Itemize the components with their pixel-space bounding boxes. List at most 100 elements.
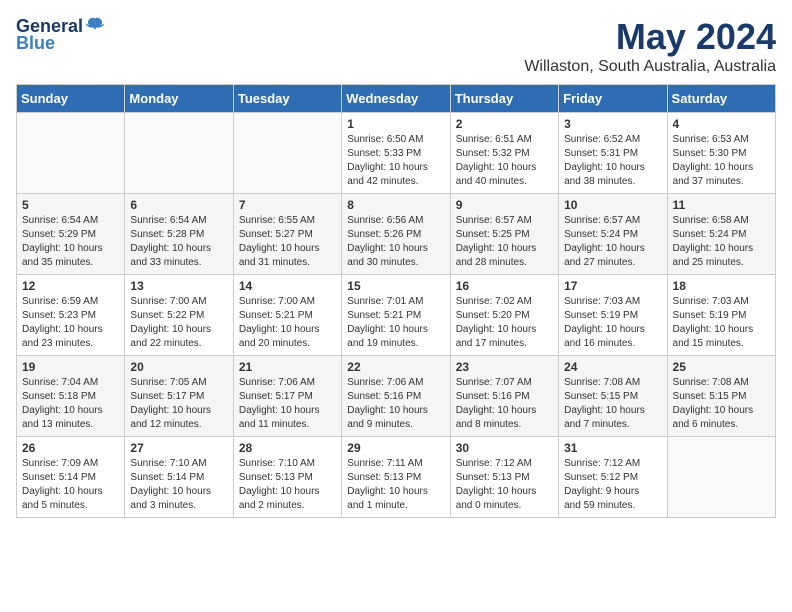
day-number: 7 [239, 198, 336, 212]
logo-text-blue: Blue [16, 33, 55, 54]
calendar-week-row: 26Sunrise: 7:09 AM Sunset: 5:14 PM Dayli… [17, 437, 776, 518]
day-info: Sunrise: 7:08 AM Sunset: 5:15 PM Dayligh… [564, 376, 661, 432]
calendar-cell: 13Sunrise: 7:00 AM Sunset: 5:22 PM Dayli… [125, 275, 233, 356]
day-number: 26 [22, 441, 119, 455]
day-number: 22 [347, 360, 444, 374]
day-info: Sunrise: 6:54 AM Sunset: 5:28 PM Dayligh… [130, 214, 227, 270]
day-number: 19 [22, 360, 119, 374]
calendar-cell: 7 Sunrise: 6:55 AM Sunset: 5:27 PM Daylig… [233, 194, 341, 275]
day-number: 9 [456, 198, 553, 212]
day-header-sunday: Sunday [17, 85, 125, 113]
day-info: Sunrise: 7:03 AM Sunset: 5:19 PM Dayligh… [564, 295, 661, 351]
title-area: May 2024 Willaston, South Australia, Aus… [524, 16, 776, 76]
day-number: 21 [239, 360, 336, 374]
calendar-cell: 2 Sunrise: 6:51 AM Sunset: 5:32 PM Daylig… [450, 113, 558, 194]
calendar-cell: 10Sunrise: 6:57 AM Sunset: 5:24 PM Dayli… [559, 194, 667, 275]
calendar-cell: 6 Sunrise: 6:54 AM Sunset: 5:28 PM Daylig… [125, 194, 233, 275]
day-number: 16 [456, 279, 553, 293]
day-info: Sunrise: 6:50 AM Sunset: 5:33 PM Dayligh… [347, 133, 444, 189]
calendar-cell: 3 Sunrise: 6:52 AM Sunset: 5:31 PM Daylig… [559, 113, 667, 194]
day-header-saturday: Saturday [667, 85, 775, 113]
calendar-cell: 19Sunrise: 7:04 AM Sunset: 5:18 PM Dayli… [17, 356, 125, 437]
calendar-cell: 16 Sunrise: 7:02 AM Sunset: 5:20 PM Dayli… [450, 275, 558, 356]
day-number: 28 [239, 441, 336, 455]
calendar-table: SundayMondayTuesdayWednesdayThursdayFrid… [16, 84, 776, 518]
day-number: 3 [564, 117, 661, 131]
logo-bird-icon [85, 17, 105, 33]
calendar-cell: 12Sunrise: 6:59 AM Sunset: 5:23 PM Dayli… [17, 275, 125, 356]
calendar-cell: 20 Sunrise: 7:05 AM Sunset: 5:17 PM Dayli… [125, 356, 233, 437]
calendar-cell: 17 Sunrise: 7:03 AM Sunset: 5:19 PM Dayli… [559, 275, 667, 356]
day-info: Sunrise: 6:56 AM Sunset: 5:26 PM Dayligh… [347, 214, 444, 270]
calendar-cell: 9 Sunrise: 6:57 AM Sunset: 5:25 PM Daylig… [450, 194, 558, 275]
day-info: Sunrise: 6:58 AM Sunset: 5:24 PM Dayligh… [673, 214, 770, 270]
calendar-week-row: 12Sunrise: 6:59 AM Sunset: 5:23 PM Dayli… [17, 275, 776, 356]
day-number: 29 [347, 441, 444, 455]
logo: General Blue [16, 16, 105, 54]
day-number: 17 [564, 279, 661, 293]
day-info: Sunrise: 6:57 AM Sunset: 5:25 PM Dayligh… [456, 214, 553, 270]
calendar-cell: 29Sunrise: 7:11 AM Sunset: 5:13 PM Dayli… [342, 437, 450, 518]
page-header: General Blue May 2024 Willaston, South A… [16, 16, 776, 76]
day-number: 8 [347, 198, 444, 212]
day-number: 11 [673, 198, 770, 212]
calendar-week-row: 19Sunrise: 7:04 AM Sunset: 5:18 PM Dayli… [17, 356, 776, 437]
calendar-cell: 11 Sunrise: 6:58 AM Sunset: 5:24 PM Dayli… [667, 194, 775, 275]
day-info: Sunrise: 7:10 AM Sunset: 5:13 PM Dayligh… [239, 457, 336, 513]
day-info: Sunrise: 7:12 AM Sunset: 5:12 PM Dayligh… [564, 457, 661, 513]
day-info: Sunrise: 6:53 AM Sunset: 5:30 PM Dayligh… [673, 133, 770, 189]
day-number: 25 [673, 360, 770, 374]
day-info: Sunrise: 7:08 AM Sunset: 5:15 PM Dayligh… [673, 376, 770, 432]
calendar-cell: 15Sunrise: 7:01 AM Sunset: 5:21 PM Dayli… [342, 275, 450, 356]
day-info: Sunrise: 6:55 AM Sunset: 5:27 PM Dayligh… [239, 214, 336, 270]
calendar-cell [17, 113, 125, 194]
calendar-cell: 25 Sunrise: 7:08 AM Sunset: 5:15 PM Dayli… [667, 356, 775, 437]
calendar-cell: 8 Sunrise: 6:56 AM Sunset: 5:26 PM Daylig… [342, 194, 450, 275]
day-number: 4 [673, 117, 770, 131]
day-header-tuesday: Tuesday [233, 85, 341, 113]
calendar-cell: 26Sunrise: 7:09 AM Sunset: 5:14 PM Dayli… [17, 437, 125, 518]
calendar-week-row: 5Sunrise: 6:54 AM Sunset: 5:29 PM Daylig… [17, 194, 776, 275]
day-info: Sunrise: 7:03 AM Sunset: 5:19 PM Dayligh… [673, 295, 770, 351]
day-number: 18 [673, 279, 770, 293]
day-header-monday: Monday [125, 85, 233, 113]
day-header-friday: Friday [559, 85, 667, 113]
day-info: Sunrise: 6:52 AM Sunset: 5:31 PM Dayligh… [564, 133, 661, 189]
day-info: Sunrise: 7:05 AM Sunset: 5:17 PM Dayligh… [130, 376, 227, 432]
day-number: 31 [564, 441, 661, 455]
calendar-cell: 28 Sunrise: 7:10 AM Sunset: 5:13 PM Dayli… [233, 437, 341, 518]
calendar-cell: 1 Sunrise: 6:50 AM Sunset: 5:33 PM Daylig… [342, 113, 450, 194]
calendar-header-row: SundayMondayTuesdayWednesdayThursdayFrid… [17, 85, 776, 113]
calendar-week-row: 1 Sunrise: 6:50 AM Sunset: 5:33 PM Daylig… [17, 113, 776, 194]
day-number: 20 [130, 360, 227, 374]
day-info: Sunrise: 7:10 AM Sunset: 5:14 PM Dayligh… [130, 457, 227, 513]
page-subtitle: Willaston, South Australia, Australia [524, 58, 776, 76]
calendar-cell [233, 113, 341, 194]
calendar-cell: 23Sunrise: 7:07 AM Sunset: 5:16 PM Dayli… [450, 356, 558, 437]
day-number: 30 [456, 441, 553, 455]
page-title: May 2024 [524, 16, 776, 58]
day-header-wednesday: Wednesday [342, 85, 450, 113]
day-number: 13 [130, 279, 227, 293]
day-number: 27 [130, 441, 227, 455]
calendar-cell: 27 Sunrise: 7:10 AM Sunset: 5:14 PM Dayli… [125, 437, 233, 518]
day-number: 2 [456, 117, 553, 131]
calendar-cell [125, 113, 233, 194]
day-info: Sunrise: 7:12 AM Sunset: 5:13 PM Dayligh… [456, 457, 553, 513]
day-number: 23 [456, 360, 553, 374]
day-info: Sunrise: 6:51 AM Sunset: 5:32 PM Dayligh… [456, 133, 553, 189]
day-info: Sunrise: 6:59 AM Sunset: 5:23 PM Dayligh… [22, 295, 119, 351]
day-number: 6 [130, 198, 227, 212]
calendar-cell: 31 Sunrise: 7:12 AM Sunset: 5:12 PM Dayli… [559, 437, 667, 518]
day-info: Sunrise: 7:02 AM Sunset: 5:20 PM Dayligh… [456, 295, 553, 351]
calendar-cell [667, 437, 775, 518]
day-info: Sunrise: 6:54 AM Sunset: 5:29 PM Dayligh… [22, 214, 119, 270]
calendar-cell: 22Sunrise: 7:06 AM Sunset: 5:16 PM Dayli… [342, 356, 450, 437]
day-number: 1 [347, 117, 444, 131]
day-info: Sunrise: 7:01 AM Sunset: 5:21 PM Dayligh… [347, 295, 444, 351]
day-info: Sunrise: 7:00 AM Sunset: 5:21 PM Dayligh… [239, 295, 336, 351]
calendar-cell: 24Sunrise: 7:08 AM Sunset: 5:15 PM Dayli… [559, 356, 667, 437]
calendar-cell: 30 Sunrise: 7:12 AM Sunset: 5:13 PM Dayli… [450, 437, 558, 518]
calendar-cell: 21Sunrise: 7:06 AM Sunset: 5:17 PM Dayli… [233, 356, 341, 437]
day-number: 14 [239, 279, 336, 293]
